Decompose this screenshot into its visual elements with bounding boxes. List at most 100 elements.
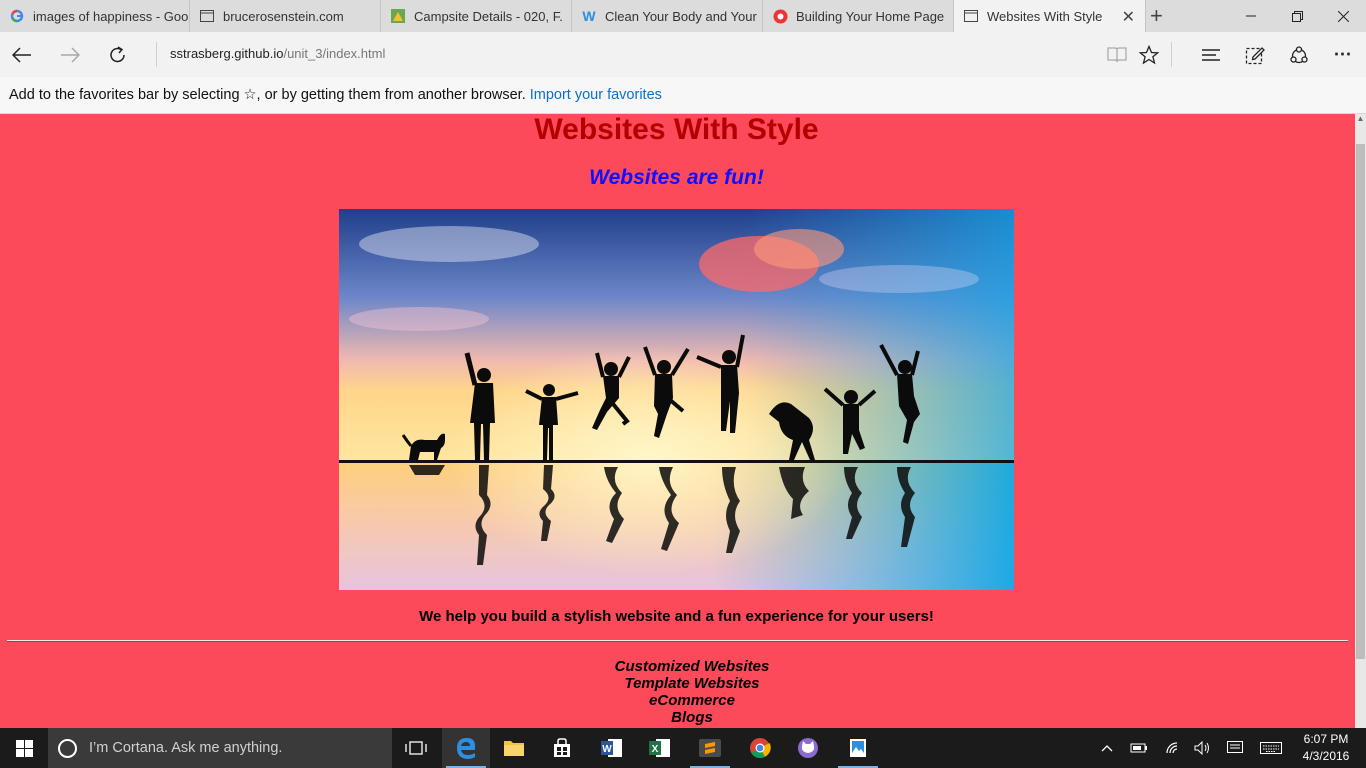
scrollbar-thumb[interactable] [1356, 144, 1365, 659]
page-icon [963, 8, 979, 24]
share-icon [1290, 45, 1308, 63]
page-icon [199, 8, 215, 24]
red-circle-icon [772, 8, 788, 24]
start-button[interactable] [0, 728, 48, 768]
taskbar-edge[interactable] [442, 728, 490, 768]
excel-icon: X [649, 739, 670, 757]
network-tray-icon[interactable] [1158, 728, 1188, 768]
task-view-button[interactable] [392, 728, 440, 768]
close-window-button[interactable] [1320, 0, 1366, 32]
tab-title: images of happiness - Goo [33, 8, 189, 24]
clock-date: 4/3/2016 [1302, 749, 1350, 763]
windows-icon [15, 739, 33, 757]
scroll-up-icon[interactable]: ▲ [1355, 114, 1366, 128]
battery-icon [1130, 743, 1147, 753]
more-button[interactable]: ⋯ [1323, 32, 1363, 77]
taskbar-github[interactable] [784, 728, 832, 768]
keyboard-icon [1260, 742, 1282, 754]
back-arrow-icon [12, 46, 31, 63]
web-note-button[interactable] [1235, 32, 1275, 77]
hub-button[interactable] [1191, 32, 1231, 77]
chevron-up-icon [1101, 745, 1113, 752]
cortana-icon [58, 738, 77, 758]
tab-brucerosenstein[interactable]: brucerosenstein.com [190, 0, 381, 32]
vertical-scrollbar[interactable]: ▲ [1355, 114, 1366, 728]
chrome-icon [750, 738, 771, 759]
tab-clean-your-body[interactable]: W Clean Your Body and Your [572, 0, 763, 32]
back-button[interactable] [2, 32, 42, 77]
address-bar[interactable]: sstrasberg.github.io/unit_3/index.html [170, 46, 385, 61]
favorite-button[interactable] [1129, 32, 1169, 77]
github-icon [798, 738, 818, 758]
tab-title: brucerosenstein.com [223, 8, 344, 24]
store-icon [554, 738, 570, 757]
show-hidden-icons[interactable] [1092, 728, 1122, 768]
google-icon [9, 8, 25, 24]
svg-text:W: W [602, 744, 612, 755]
svg-text:X: X [652, 744, 659, 755]
keyboard-tray-icon[interactable] [1256, 728, 1286, 768]
taskbar-store[interactable] [538, 728, 586, 768]
page-title: Websites With Style [534, 114, 819, 146]
close-tab-icon[interactable]: ✕ [1122, 7, 1135, 27]
url-host: sstrasberg.github.io [170, 46, 284, 61]
forward-button[interactable] [50, 32, 90, 77]
divider [156, 42, 157, 67]
services-list: Customized Websites Template Websites eC… [0, 658, 1355, 726]
page-subtitle: Websites are fun! [589, 166, 764, 189]
refresh-icon [110, 45, 125, 62]
speaker-icon [1194, 741, 1209, 755]
tab-title: Websites With Style [987, 8, 1103, 24]
tab-campsite-details[interactable]: Campsite Details - 020, F. [381, 0, 572, 32]
hero-image [339, 209, 1014, 590]
forward-arrow-icon [61, 46, 80, 63]
map-icon [390, 8, 406, 24]
service-item: Template Websites [624, 675, 760, 692]
share-button[interactable] [1279, 32, 1319, 77]
divider [1171, 42, 1172, 67]
tab-websites-with-style[interactable]: Websites With Style ✕ [954, 0, 1146, 32]
action-center-icon[interactable] [1220, 728, 1250, 768]
refresh-button[interactable] [98, 32, 138, 77]
more-icon: ⋯ [1333, 44, 1353, 64]
tab-images-of-happiness[interactable]: images of happiness - Goo [0, 0, 190, 32]
taskbar-word[interactable]: W [588, 728, 636, 768]
sublime-icon [699, 739, 721, 757]
tab-title: Building Your Home Page [796, 8, 945, 24]
taskbar-photos[interactable] [834, 728, 882, 768]
system-clock[interactable]: 6:07 PM 4/3/2016 [1292, 731, 1360, 765]
minimize-button[interactable] [1228, 0, 1274, 32]
cortana-placeholder: I’m Cortana. Ask me anything. [89, 740, 283, 756]
notifications-icon [1227, 741, 1243, 753]
taskbar-sublime[interactable] [686, 728, 734, 768]
folder-icon [504, 741, 524, 756]
clock-time: 6:07 PM [1303, 732, 1349, 746]
book-icon [1107, 46, 1127, 62]
edge-icon [457, 738, 476, 759]
web-note-icon [1245, 46, 1265, 64]
tab-title: Campsite Details - 020, F. [414, 8, 563, 24]
word-icon: W [601, 739, 622, 757]
cortana-search-box[interactable]: I’m Cortana. Ask me anything. [48, 728, 392, 768]
url-path: /unit_3/index.html [283, 46, 386, 61]
taskbar-chrome[interactable] [736, 728, 784, 768]
tab-building-home-page[interactable]: Building Your Home Page [763, 0, 954, 32]
power-tray-icon[interactable] [1124, 728, 1154, 768]
taskbar-file-explorer[interactable] [490, 728, 538, 768]
star-icon [1139, 44, 1159, 64]
restore-button[interactable] [1274, 0, 1320, 32]
task-view-icon [405, 741, 427, 755]
tagline: We help you build a stylish website and … [419, 608, 934, 625]
taskbar: I’m Cortana. Ask me anything. W X 6:07 P… [0, 728, 1366, 768]
tab-title: Clean Your Body and Your [605, 8, 757, 24]
horizontal-rule [7, 640, 1348, 642]
page-content: Websites With Style Websites are fun! We… [0, 114, 1355, 728]
photos-icon [850, 739, 866, 757]
import-favorites-link[interactable]: Import your favorites [530, 87, 662, 103]
new-tab-button[interactable]: + [1150, 3, 1163, 29]
service-item: Customized Websites [614, 658, 770, 675]
favorites-bar: Add to the favorites bar by selecting ☆,… [0, 77, 1366, 114]
hub-icon [1202, 48, 1220, 61]
volume-tray-icon[interactable] [1188, 728, 1218, 768]
taskbar-excel[interactable]: X [636, 728, 684, 768]
